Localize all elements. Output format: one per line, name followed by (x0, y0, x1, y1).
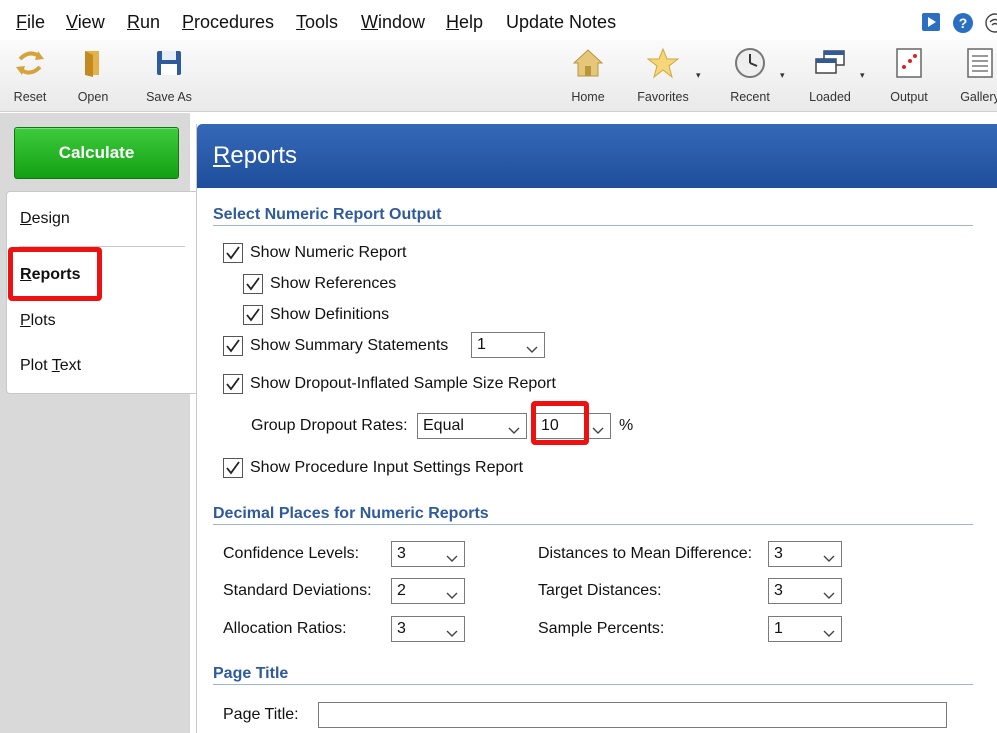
page-title-label: Page Title: (223, 706, 299, 723)
page-title-input[interactable] (318, 702, 947, 728)
chevron-down-icon (823, 625, 835, 643)
windows-stack-icon (814, 47, 846, 79)
chevron-down-icon (446, 550, 458, 568)
open-folder-icon (77, 47, 109, 79)
loaded-button[interactable]: ▾ Loaded (804, 40, 865, 112)
chevron-down-icon (823, 550, 835, 568)
percent-label: % (619, 417, 634, 434)
page-title: Reports (213, 142, 298, 169)
home-icon (572, 47, 604, 79)
loaded-dropdown-icon[interactable]: ▾ (860, 70, 865, 81)
summary-statements-select[interactable]: 1 (471, 332, 545, 358)
standard-deviations-label: Standard Deviations: (223, 582, 372, 599)
recent-dropdown-icon[interactable]: ▾ (780, 70, 785, 81)
tab-plots[interactable]: Plots (20, 312, 56, 330)
allocation-ratios-label: Allocation Ratios: (223, 620, 347, 637)
menu-procedures[interactable]: Procedures (182, 12, 274, 33)
favorites-dropdown-icon[interactable]: ▾ (696, 70, 701, 81)
star-icon (646, 47, 680, 79)
distances-label: Distances to Mean Difference: (538, 545, 753, 562)
show-summary-statements-checkbox[interactable]: Show Summary Statements (223, 336, 448, 356)
confidence-levels-label: Confidence Levels: (223, 545, 360, 562)
reports-header: Reports (197, 124, 997, 188)
help-icon[interactable]: ? (952, 12, 973, 33)
checkmark-icon (223, 458, 243, 478)
section-title-select-output: Select Numeric Report Output (213, 206, 442, 223)
play-video-icon[interactable] (921, 12, 941, 32)
home-button[interactable]: Home (564, 40, 612, 112)
chevron-down-icon (526, 341, 538, 359)
reset-icon (14, 47, 46, 79)
distances-select[interactable]: 3 (768, 541, 842, 567)
tab-design[interactable]: Design (20, 210, 70, 228)
reset-button[interactable]: Reset (0, 40, 60, 112)
standard-deviations-select[interactable]: 2 (391, 578, 465, 604)
tab-plot-text[interactable]: Plot Text (20, 357, 81, 375)
show-definitions-checkbox[interactable]: Show Definitions (243, 305, 389, 325)
reports-tab-highlight (8, 247, 102, 301)
sample-percents-select[interactable]: 1 (768, 616, 842, 642)
confidence-levels-select[interactable]: 3 (391, 541, 465, 567)
checkmark-icon (243, 305, 263, 325)
menu-update-notes[interactable]: Update Notes (506, 12, 616, 33)
chevron-down-icon (446, 587, 458, 605)
gallery-doc-icon (964, 47, 996, 79)
reports-panel: Reports Select Numeric Report Output Sho… (196, 124, 997, 733)
menu-bar: File View Run Procedures Tools Window He… (0, 0, 997, 40)
show-references-checkbox[interactable]: Show References (243, 274, 396, 294)
output-button[interactable]: Output (886, 40, 932, 112)
checkmark-icon (243, 274, 263, 294)
save-as-button[interactable]: Save As (140, 40, 198, 112)
show-dropout-report-checkbox[interactable]: Show Dropout-Inflated Sample Size Report (223, 374, 556, 394)
checkmark-icon (223, 374, 243, 394)
recent-button[interactable]: ▾ Recent (724, 40, 785, 112)
toolbar: Reset Open Save As Home ▾ Favorites ▾ Re… (0, 40, 997, 112)
favorites-button[interactable]: ▾ Favorites (632, 40, 701, 112)
chevron-down-icon (446, 625, 458, 643)
sample-percents-label: Sample Percents: (538, 620, 665, 637)
section-title-decimal-places: Decimal Places for Numeric Reports (213, 505, 489, 522)
menu-help[interactable]: Help (446, 12, 483, 33)
target-distances-label: Target Distances: (538, 582, 662, 599)
wifi-icon[interactable] (984, 12, 997, 33)
menu-file[interactable]: File (16, 12, 45, 33)
menu-view[interactable]: View (66, 12, 105, 33)
chevron-down-icon (508, 422, 520, 440)
output-doc-icon (893, 47, 925, 79)
show-numeric-report-checkbox[interactable]: Show Numeric Report (223, 243, 407, 263)
section-title-page-title: Page Title (213, 665, 289, 682)
gallery-button[interactable]: Gallery (956, 40, 997, 112)
svg-text:?: ? (959, 15, 968, 31)
chevron-down-icon (592, 422, 604, 440)
checkmark-icon (223, 336, 243, 356)
checkmark-icon (223, 243, 243, 263)
menu-window[interactable]: Window (361, 12, 425, 33)
calculate-button[interactable]: Calculate (14, 127, 179, 179)
dropout-value-highlight (531, 401, 589, 445)
show-input-settings-checkbox[interactable]: Show Procedure Input Settings Report (223, 458, 523, 478)
clock-icon (734, 47, 766, 79)
section-divider (213, 225, 973, 226)
section-divider (213, 524, 973, 525)
left-pane: Calculate Design Reports Plots Plot Text (0, 113, 198, 733)
open-button[interactable]: Open (64, 40, 122, 112)
target-distances-select[interactable]: 3 (768, 578, 842, 604)
menu-tools[interactable]: Tools (296, 12, 338, 33)
allocation-ratios-select[interactable]: 3 (391, 616, 465, 642)
group-dropout-label: Group Dropout Rates: (251, 417, 408, 434)
menu-run[interactable]: Run (127, 12, 160, 33)
save-disk-icon (153, 47, 185, 79)
section-divider (213, 684, 973, 685)
group-dropout-mode-select[interactable]: Equal (417, 413, 527, 439)
chevron-down-icon (823, 587, 835, 605)
